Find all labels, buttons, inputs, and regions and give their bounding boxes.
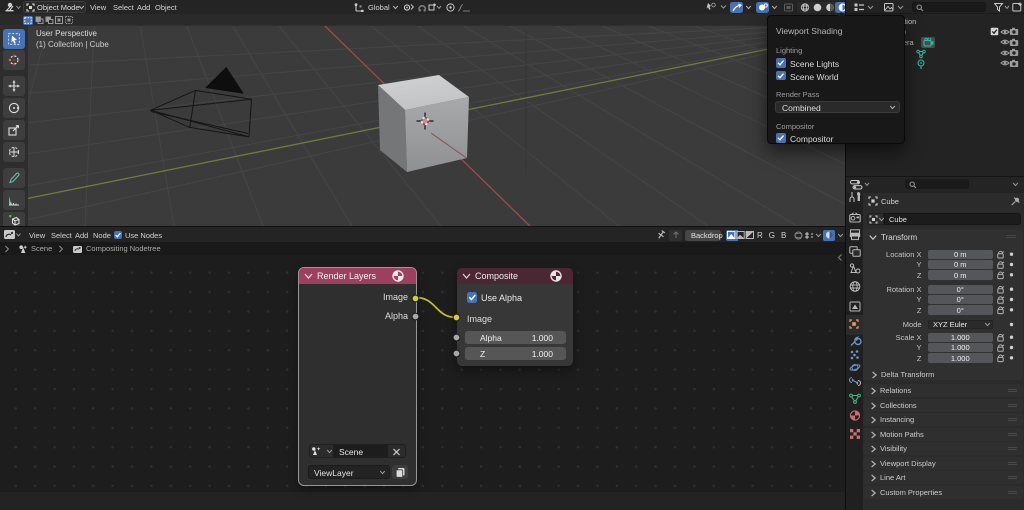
svg-text:(1) Collection | Cube: (1) Collection | Cube <box>36 40 109 49</box>
svg-text:User Perspective: User Perspective <box>36 29 97 38</box>
